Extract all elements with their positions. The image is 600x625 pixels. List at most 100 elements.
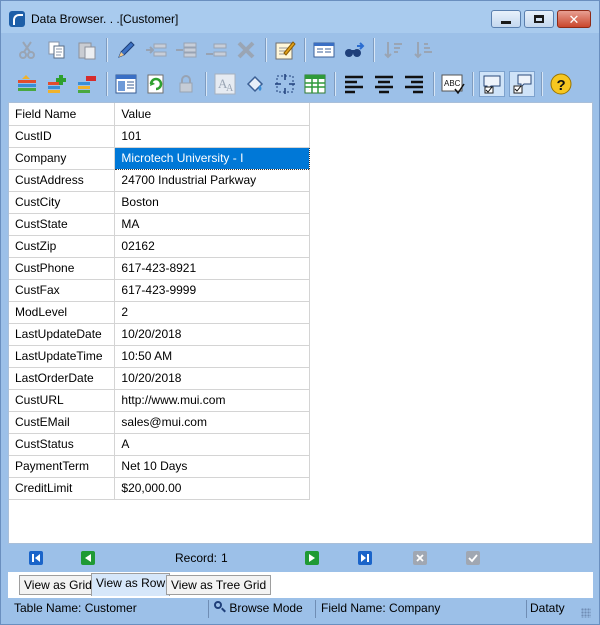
cut-button[interactable] [14, 37, 40, 63]
find-button[interactable] [311, 37, 337, 63]
value-cell[interactable]: Boston [114, 191, 310, 214]
value-header[interactable]: Value [114, 103, 310, 126]
align-right-button[interactable] [401, 71, 427, 97]
value-cell[interactable]: 10:50 AM [114, 345, 310, 368]
field-name-header[interactable]: Field Name [9, 103, 116, 126]
field-name-cell[interactable]: CustURL [9, 389, 116, 412]
comment-button[interactable] [479, 71, 505, 97]
field-name-cell[interactable]: CreditLimit [9, 477, 116, 500]
table-row[interactable]: CustZip 02162 [9, 235, 310, 258]
insert-row-before-button[interactable] [143, 37, 169, 63]
value-cell[interactable]: 617-423-9999 [114, 279, 310, 302]
value-cell[interactable]: A [114, 433, 310, 456]
value-cell[interactable]: 24700 Industrial Parkway [114, 169, 310, 192]
cancel-record-button[interactable] [413, 551, 427, 565]
table-row[interactable]: CustURL http://www.mui.com [9, 389, 310, 412]
sort-ascending-button[interactable] [380, 37, 406, 63]
edit-form-button[interactable] [272, 37, 298, 63]
field-name-cell[interactable]: CustState [9, 213, 116, 236]
next-record-button[interactable] [305, 551, 319, 565]
value-cell[interactable]: sales@mui.com [114, 411, 310, 434]
field-name-cell[interactable]: PaymentTerm [9, 455, 116, 478]
first-record-button[interactable] [29, 551, 43, 565]
table-row[interactable]: LastOrderDate 10/20/2018 [9, 367, 310, 390]
value-cell[interactable]: http://www.mui.com [114, 389, 310, 412]
grid-button[interactable] [302, 71, 328, 97]
value-cell[interactable]: 617-423-8921 [114, 257, 310, 280]
field-name-cell[interactable]: LastUpdateTime [9, 345, 116, 368]
table-row[interactable]: CustCity Boston [9, 191, 310, 214]
sort-descending-button[interactable] [410, 37, 436, 63]
table-row[interactable]: ModLevel 2 [9, 301, 310, 324]
minimize-button[interactable] [491, 10, 521, 28]
field-name-cell[interactable]: CustPhone [9, 257, 116, 280]
field-name-cell[interactable]: CustZip [9, 235, 116, 258]
table-row[interactable]: CustFax 617-423-9999 [9, 279, 310, 302]
lock-button[interactable] [173, 71, 199, 97]
fill-color-button[interactable] [242, 71, 268, 97]
table-row[interactable]: CustState MA [9, 213, 310, 236]
value-cell[interactable]: 10/20/2018 [114, 367, 310, 390]
value-cell[interactable]: 02162 [114, 235, 310, 258]
find-next-button[interactable] [341, 37, 367, 63]
close-button[interactable]: ✕ [557, 10, 591, 28]
edit-button[interactable] [113, 37, 139, 63]
spell-check-button[interactable]: ABC [440, 71, 466, 97]
table-row[interactable]: CustEMail sales@mui.com [9, 411, 310, 434]
remove-filter-button[interactable] [74, 71, 100, 97]
maximize-button[interactable] [524, 10, 554, 28]
field-name-cell[interactable]: CustStatus [9, 433, 116, 456]
table-row[interactable]: CustAddress 24700 Industrial Parkway [9, 169, 310, 192]
value-cell[interactable]: MA [114, 213, 310, 236]
add-filter-button[interactable] [44, 71, 70, 97]
toolbar-bottom: AA ABC ? [8, 67, 593, 101]
refresh-button[interactable] [143, 71, 169, 97]
table-row[interactable]: CreditLimit $20,000.00 [9, 477, 310, 500]
field-name-cell[interactable]: ModLevel [9, 301, 116, 324]
field-name-cell[interactable]: Company [9, 147, 116, 170]
resize-grip[interactable] [581, 608, 591, 618]
insert-row-button[interactable] [173, 37, 199, 63]
save-record-button[interactable] [466, 551, 480, 565]
table-row[interactable]: PaymentTerm Net 10 Days [9, 455, 310, 478]
table-row[interactable]: Company Microtech University - I [9, 146, 310, 170]
tab-view-as-grid[interactable]: View as Grid [19, 575, 97, 595]
value-cell-selected[interactable]: Microtech University - I [114, 146, 310, 170]
table-row[interactable]: CustStatus A [9, 433, 310, 456]
font-button[interactable]: AA [212, 71, 238, 97]
align-left-button[interactable] [341, 71, 367, 97]
field-name-cell[interactable]: CustID [9, 125, 116, 148]
field-name-cell[interactable]: CustAddress [9, 169, 116, 192]
value-cell[interactable]: Net 10 Days [114, 455, 310, 478]
check-icon [468, 554, 478, 563]
value-cell[interactable]: 10/20/2018 [114, 323, 310, 346]
table-row[interactable]: LastUpdateTime 10:50 AM [9, 345, 310, 368]
find-icon [313, 42, 335, 58]
field-name-cell[interactable]: LastOrderDate [9, 367, 116, 390]
value-cell[interactable]: $20,000.00 [114, 477, 310, 500]
help-button[interactable]: ? [548, 71, 574, 97]
filter-button[interactable] [14, 71, 40, 97]
table-row[interactable]: LastUpdateDate 10/20/2018 [9, 323, 310, 346]
value-cell[interactable]: 2 [114, 301, 310, 324]
field-name-cell[interactable]: CustFax [9, 279, 116, 302]
value-cell[interactable]: 101 [114, 125, 310, 148]
insert-row-after-button[interactable] [203, 37, 229, 63]
title-bar[interactable]: Data Browser. . .[Customer] ✕ [1, 1, 599, 33]
copy-button[interactable] [44, 37, 70, 63]
layout-button[interactable] [113, 71, 139, 97]
paste-button[interactable] [74, 37, 100, 63]
tab-view-as-tree-grid[interactable]: View as Tree Grid [166, 575, 272, 595]
field-name-cell[interactable]: CustEMail [9, 411, 116, 434]
tab-view-as-row[interactable]: View as Row [91, 573, 171, 596]
field-name-cell[interactable]: CustCity [9, 191, 116, 214]
table-row[interactable]: CustID 101 [9, 125, 310, 148]
last-record-button[interactable] [358, 551, 372, 565]
comment-check-button[interactable] [509, 71, 535, 97]
delete-button[interactable] [233, 37, 259, 63]
table-row[interactable]: CustPhone 617-423-8921 [9, 257, 310, 280]
field-name-cell[interactable]: LastUpdateDate [9, 323, 116, 346]
fit-columns-button[interactable] [272, 71, 298, 97]
previous-record-button[interactable] [81, 551, 95, 565]
align-center-button[interactable] [371, 71, 397, 97]
